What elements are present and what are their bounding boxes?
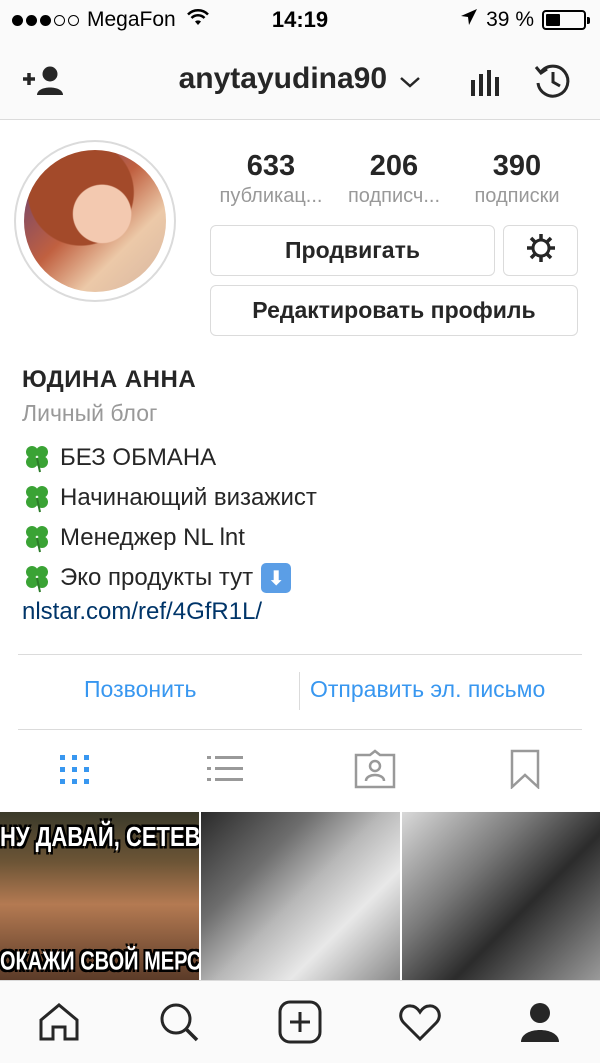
bio-text: Менеджер NL lnt [60,524,245,551]
list-icon [205,752,245,791]
contact-separator [299,672,300,710]
settings-button[interactable] [503,225,578,276]
bio-text: БЕЗ ОБМАНА [60,444,217,471]
edit-profile-button[interactable]: Редактировать профиль [210,285,578,336]
followers-label: подписч... [347,185,441,207]
bottom-tab-bar [0,980,600,1063]
post-thumbnail[interactable]: НУ ДАВАЙ, СЕТЕВИК ОКАЖИ СВОЙ МЕРСЕДЕ [0,812,199,980]
archive-icon[interactable] [530,58,576,104]
followers-count: 206 [369,150,419,182]
avatar[interactable] [24,150,166,292]
bio-text: Эко продукты тут [60,564,254,591]
chevron-down-icon [399,63,421,97]
down-arrow-icon: ⬇ [261,563,292,593]
stat-following[interactable]: 390 подписки [454,150,580,208]
home-icon[interactable] [36,999,82,1045]
battery-icon [542,10,590,30]
following-count: 390 [492,150,542,182]
status-bar: MegaFon 14:19 39 % [0,0,600,40]
bio-text: Начинающий визажист [60,484,317,511]
bio-line: Эко продукты тут ⬇ [22,558,582,598]
meme-caption-bottom: ОКАЖИ СВОЙ МЕРСЕДЕ [0,947,199,977]
gear-icon [525,232,557,270]
category-label: Личный блог [22,400,158,426]
tagged-person-icon [353,748,397,794]
clover-icon [22,563,52,593]
tagged-tab[interactable] [352,748,398,794]
status-right: 39 % [460,8,590,32]
divider [18,729,582,730]
post-thumbnail[interactable] [402,812,600,980]
bio-link[interactable]: nlstar.com/ref/4GfR1L/ [22,598,582,634]
promote-button[interactable]: Продвигать [210,225,495,276]
heart-icon[interactable] [397,999,443,1045]
username: anytayudina90 [178,62,388,95]
stat-posts[interactable]: 633 публикац... [208,150,334,208]
following-label: подписки [474,185,560,207]
posts-label: публикац... [219,185,323,207]
bookmark-icon [509,749,541,794]
meme-caption-top: НУ ДАВАЙ, СЕТЕВИК [0,820,199,852]
stats-icon[interactable] [462,58,508,104]
username-switcher[interactable]: anytayudina90 [0,62,600,97]
grid-view-tab[interactable] [52,748,98,794]
posts-count: 633 [246,150,296,182]
divider [18,654,582,655]
bio: ЮДИНА АННА Личный блог БЕЗ ОБМАНА Начина… [22,366,582,634]
email-button[interactable]: Отправить эл. письмо [310,676,545,703]
bio-line: Начинающий визажист [22,478,582,518]
clover-icon [22,443,52,473]
new-post-icon[interactable] [277,999,323,1045]
list-view-tab[interactable] [202,748,248,794]
saved-tab[interactable] [502,748,548,794]
profile-header: anytayudina90 [0,40,600,120]
battery-percent: 39 % [486,8,534,31]
location-arrow-icon [460,8,478,32]
full-name: ЮДИНА АННА [22,366,197,393]
profile-icon[interactable] [517,999,563,1045]
post-thumbnail[interactable] [201,812,400,980]
search-icon[interactable] [156,999,202,1045]
battery-fill [546,14,561,26]
clover-icon [22,483,52,513]
stat-followers[interactable]: 206 подписч... [331,150,457,208]
bio-line: БЕЗ ОБМАНА [22,438,582,478]
grid-icon [58,752,92,791]
bio-line: Менеджер NL lnt [22,518,582,558]
call-button[interactable]: Позвонить [84,676,196,703]
clover-icon [22,523,52,553]
avatar-ring[interactable] [14,140,176,302]
